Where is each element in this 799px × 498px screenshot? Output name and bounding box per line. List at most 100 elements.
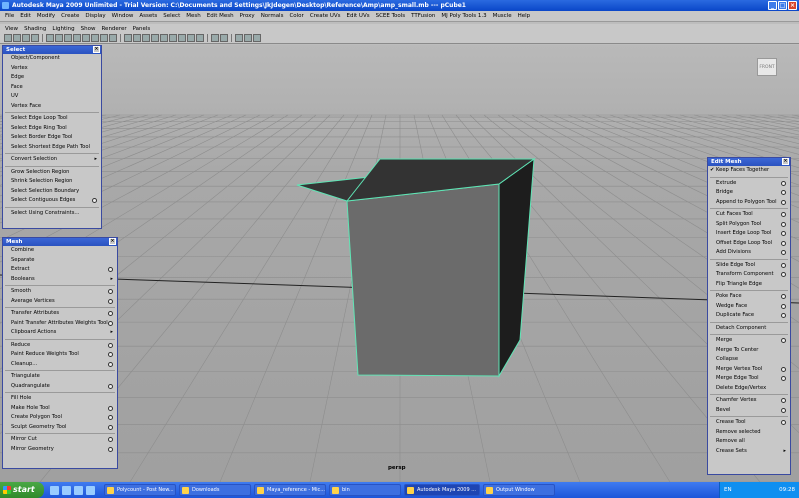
toolbar-button-icon[interactable] <box>91 34 99 42</box>
menu-item-flip-triangle-edge[interactable]: Flip Triangle Edge <box>708 280 790 290</box>
menu-item-select-shortest-edge-path-tool[interactable]: Select Shortest Edge Path Tool <box>3 143 101 153</box>
select-panel-header[interactable]: Select × <box>3 46 101 54</box>
menu-item-keep-faces-together[interactable]: ✔ Keep Faces Together <box>708 166 790 176</box>
menu-item-object-component[interactable]: Object/Component <box>3 54 101 64</box>
menu-item-merge-vertex-tool[interactable]: Merge Vertex Tool <box>708 365 790 375</box>
menu-item-select-contiguous-edges[interactable]: Select Contiguous Edges <box>3 196 101 206</box>
menu-item-mirror-cut[interactable]: Mirror Cut <box>3 435 117 445</box>
menu-item-booleans[interactable]: Booleans ▸ <box>3 275 117 285</box>
toolbar-button-icon[interactable] <box>13 34 21 42</box>
menu-item-mirror-geometry[interactable]: Mirror Geometry <box>3 445 117 455</box>
menu-assets[interactable]: Assets <box>136 13 160 19</box>
option-box-icon[interactable] <box>108 311 113 316</box>
menu-create[interactable]: Create <box>58 13 82 19</box>
option-box-icon[interactable] <box>108 415 113 420</box>
option-box-icon[interactable] <box>108 267 113 272</box>
menu-item-transform-component[interactable]: Transform Component <box>708 270 790 280</box>
option-box-icon[interactable] <box>781 180 786 186</box>
menu-window[interactable]: Window <box>109 13 137 19</box>
menu-item-convert-selection[interactable]: Convert Selection ▸ <box>3 155 101 165</box>
mesh-panel-header[interactable]: Mesh × <box>3 238 117 246</box>
menu-item-split-polygon-tool[interactable]: Split Polygon Tool <box>708 220 790 230</box>
taskbar-task[interactable]: Downloads <box>179 484 251 496</box>
option-box-icon[interactable] <box>781 303 786 309</box>
toolbar-button-icon[interactable] <box>64 34 72 42</box>
menu-item-clipboard-actions[interactable]: Clipboard Actions ▸ <box>3 328 117 338</box>
menu-item-wedge-face[interactable]: Wedge Face <box>708 302 790 312</box>
toolbar-button-icon[interactable] <box>220 34 228 42</box>
menu-item-grow-selection-region[interactable]: Grow Selection Region <box>3 168 101 178</box>
option-box-icon[interactable] <box>108 446 113 452</box>
toolbar-button-icon[interactable] <box>196 34 204 42</box>
menu-item-merge[interactable]: Merge <box>708 336 790 346</box>
menu-item-crease-tool[interactable]: Crease Tool <box>708 418 790 428</box>
quick-launch-desktop-icon[interactable] <box>62 485 71 495</box>
menu-item-create-polygon-tool[interactable]: Create Polygon Tool <box>3 413 117 423</box>
menu-item-offset-edge-loop-tool[interactable]: Offset Edge Loop Tool <box>708 239 790 249</box>
panel-menu-show[interactable]: Show <box>78 26 99 32</box>
option-box-icon[interactable] <box>108 424 113 430</box>
toolbar-button-icon[interactable] <box>82 34 90 42</box>
option-box-icon[interactable] <box>781 376 786 381</box>
panel-menu-renderer[interactable]: Renderer <box>98 26 129 32</box>
menu-proxy[interactable]: Proxy <box>237 13 258 19</box>
panel-menu-lighting[interactable]: Lighting <box>49 26 77 32</box>
option-box-icon[interactable] <box>781 231 786 236</box>
option-box-icon[interactable] <box>781 240 786 246</box>
menu-item-extrude[interactable]: Extrude <box>708 179 790 189</box>
toolbar-button-icon[interactable] <box>151 34 159 42</box>
menu-item-crease-sets[interactable]: Crease Sets ▸ <box>708 447 790 457</box>
menu-item-paint-transfer-attributes-weights-tool[interactable]: Paint Transfer Attributes Weights Tool <box>3 319 117 329</box>
toolbar-button-icon[interactable] <box>100 34 108 42</box>
menu-item-collapse[interactable]: Collapse <box>708 355 790 365</box>
menu-ttfusion[interactable]: TTFusion <box>408 13 438 19</box>
option-box-icon[interactable] <box>781 398 786 403</box>
option-box-icon[interactable] <box>781 366 786 372</box>
menu-item-reduce[interactable]: Reduce <box>3 341 117 351</box>
menu-item-remove-selected[interactable]: Remove selected <box>708 428 790 438</box>
close-icon[interactable]: × <box>93 46 100 53</box>
option-box-icon[interactable] <box>108 383 113 389</box>
maximize-button[interactable]: □ <box>778 1 787 10</box>
menu-item-select-edge-ring-tool[interactable]: Select Edge Ring Tool <box>3 124 101 134</box>
toolbar-button-icon[interactable] <box>55 34 63 42</box>
toolbar-button-icon[interactable] <box>142 34 150 42</box>
menu-item-slide-edge-tool[interactable]: Slide Edge Tool <box>708 261 790 271</box>
menu-help[interactable]: Help <box>515 13 534 19</box>
minimize-button[interactable]: _ <box>768 1 777 10</box>
menu-item-vertex[interactable]: Vertex <box>3 64 101 74</box>
menu-item-combine[interactable]: Combine <box>3 246 117 256</box>
option-box-icon[interactable] <box>108 405 113 411</box>
option-box-icon[interactable] <box>781 338 786 343</box>
menu-item-poke-face[interactable]: Poke Face <box>708 292 790 302</box>
menu-item-smooth[interactable]: Smooth <box>3 287 117 297</box>
menu-item-merge-to-center[interactable]: Merge To Center <box>708 346 790 356</box>
option-box-icon[interactable] <box>781 407 786 413</box>
menu-item-sculpt-geometry-tool[interactable]: Sculpt Geometry Tool <box>3 423 117 433</box>
menu-edit-mesh[interactable]: Edit Mesh <box>204 13 237 19</box>
menu-select[interactable]: Select <box>160 13 183 19</box>
menu-item-bridge[interactable]: Bridge <box>708 188 790 198</box>
toolbar-button-icon[interactable] <box>133 34 141 42</box>
menu-item-uv[interactable]: UV <box>3 92 101 102</box>
taskbar-task[interactable]: bin <box>329 484 401 496</box>
close-icon[interactable]: × <box>782 158 789 165</box>
menu-display[interactable]: Display <box>82 13 108 19</box>
menu-item-paint-reduce-weights-tool[interactable]: Paint Reduce Weights Tool <box>3 350 117 360</box>
menu-item-append-to-polygon-tool[interactable]: Append to Polygon Tool <box>708 198 790 208</box>
toolbar-button-icon[interactable] <box>160 34 168 42</box>
toolbar-button-icon[interactable] <box>244 34 252 42</box>
menu-normals[interactable]: Normals <box>258 13 287 19</box>
panel-menu-view[interactable]: View <box>2 26 21 32</box>
quick-launch-explorer-icon[interactable] <box>74 485 83 495</box>
menu-item-face[interactable]: Face <box>3 83 101 93</box>
toolbar-button-icon[interactable] <box>31 34 39 42</box>
menu-edit-uvs[interactable]: Edit UVs <box>344 13 373 19</box>
menu-edit[interactable]: Edit <box>17 13 34 19</box>
option-box-icon[interactable] <box>781 199 786 205</box>
menu-item-delete-edge-vertex[interactable]: Delete Edge/Vertex <box>708 384 790 394</box>
option-box-icon[interactable] <box>108 320 113 326</box>
menu-item-extract[interactable]: Extract <box>3 265 117 275</box>
toolbar-button-icon[interactable] <box>211 34 219 42</box>
menu-item-add-divisions[interactable]: Add Divisions <box>708 248 790 258</box>
